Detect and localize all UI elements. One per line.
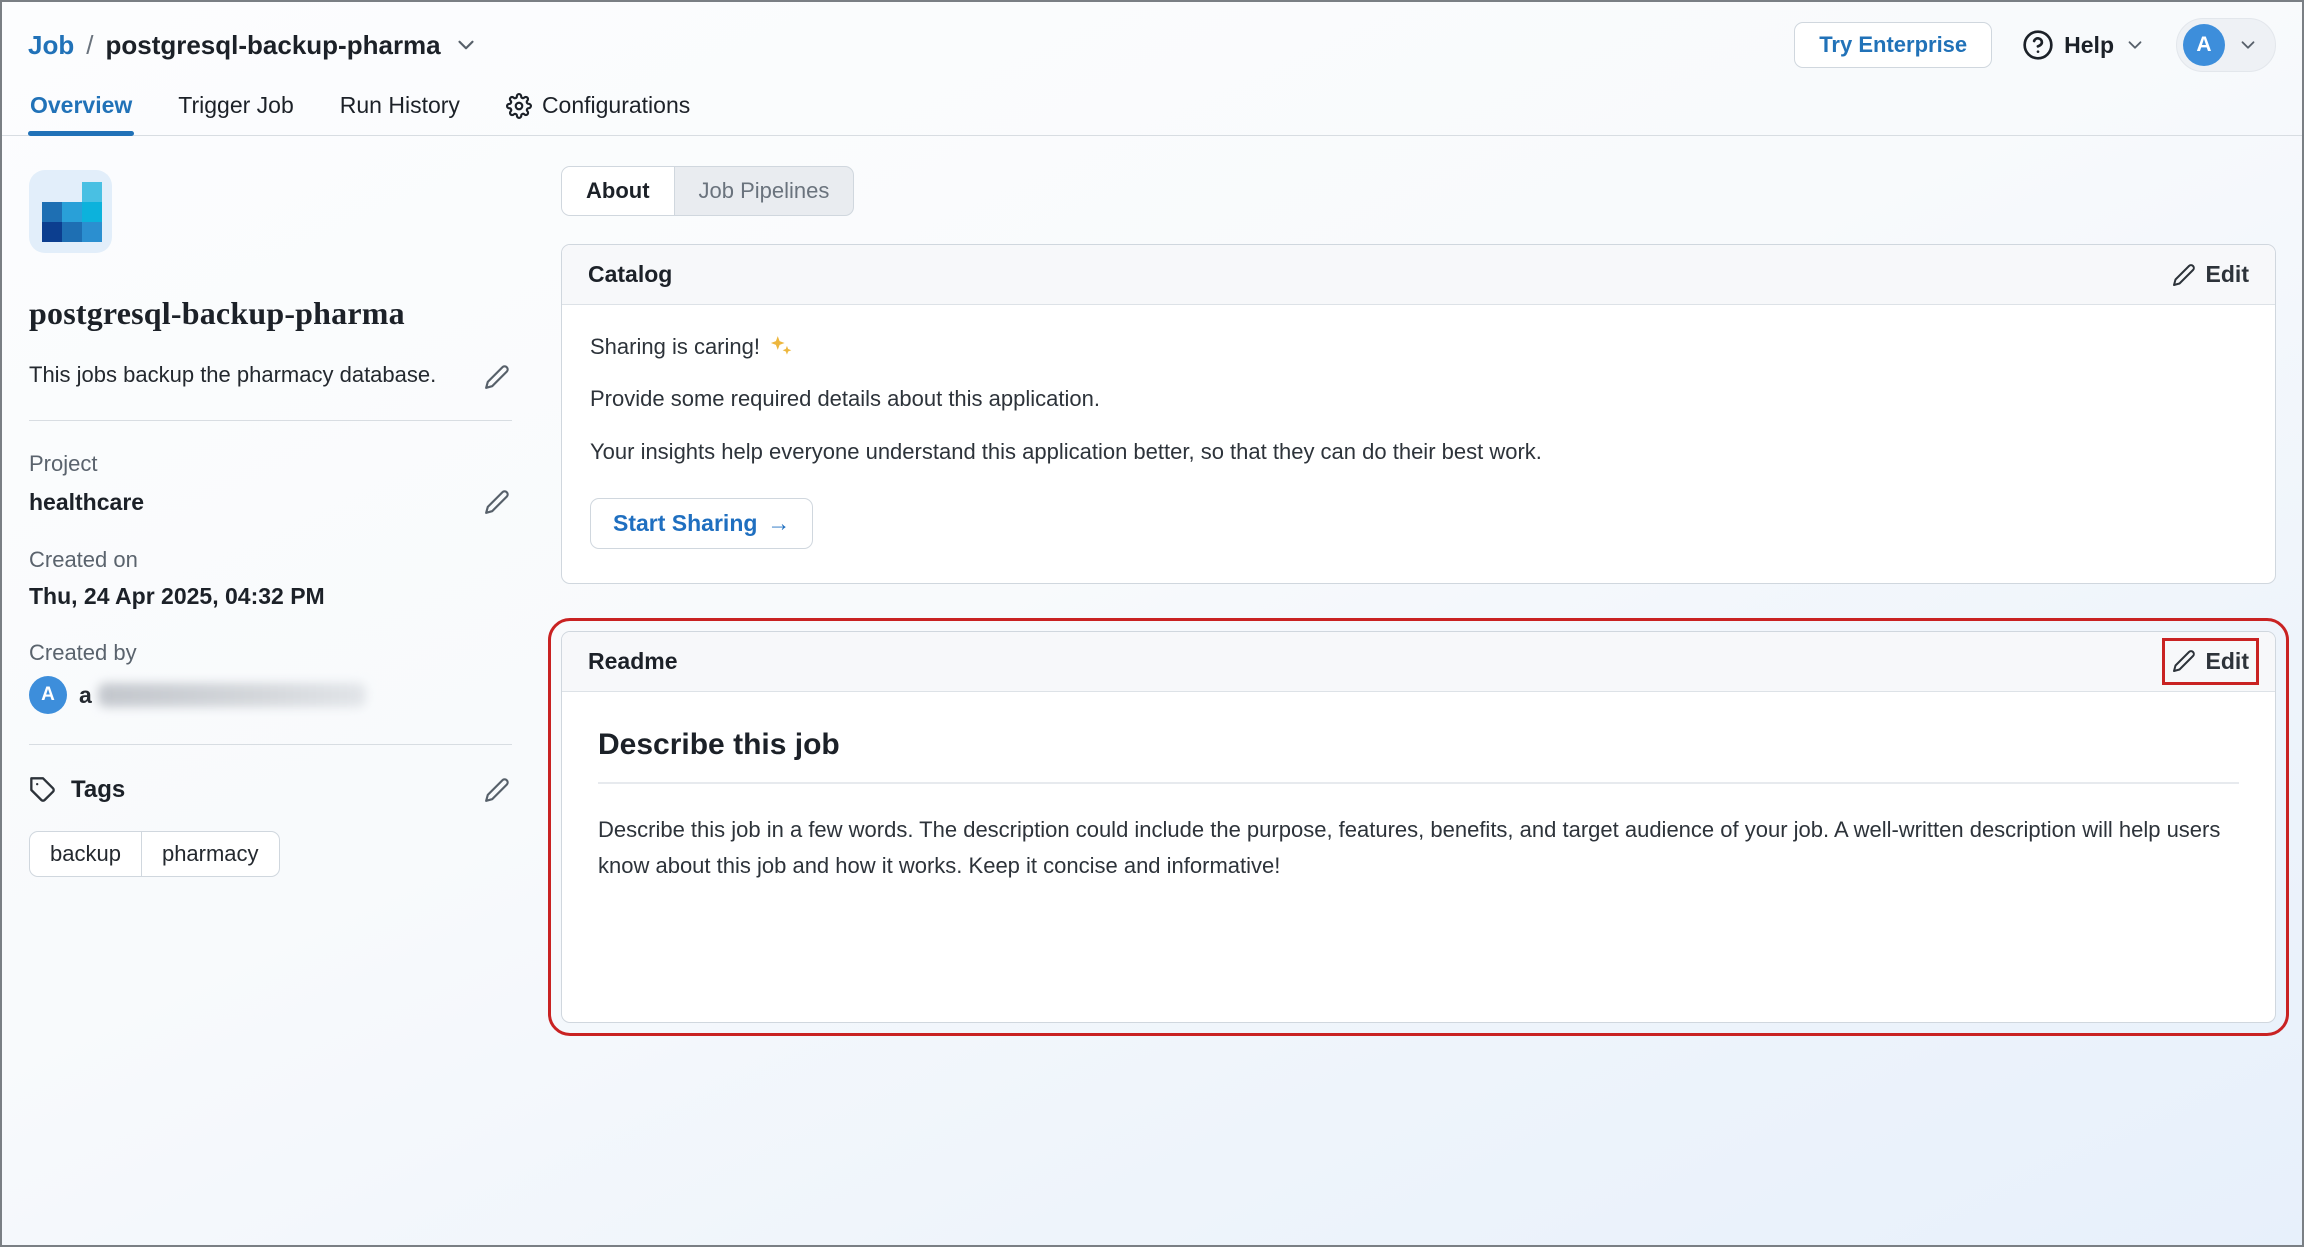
job-title: postgresql-backup-pharma [29,295,512,332]
start-sharing-label: Start Sharing [613,510,757,537]
job-description: This jobs backup the pharmacy database. [29,362,436,388]
readme-card: Readme Edit Describe this job [561,631,2276,1023]
catalog-intro-text: Sharing is caring! [590,329,760,365]
tab-run-history-label: Run History [340,92,460,119]
tab-run-history[interactable]: Run History [338,82,462,135]
sparkles-icon [768,334,794,360]
page-layout: postgresql-backup-pharma This jobs backu… [2,136,2302,1245]
pencil-icon [2172,649,2196,673]
gear-icon [506,93,532,119]
tag-chip[interactable]: pharmacy [141,832,279,876]
catalog-body: Sharing is caring! Provide some required… [562,305,2275,583]
toggle-about[interactable]: About [562,167,675,215]
chevron-down-icon[interactable] [453,32,479,58]
about-pipelines-toggle: About Job Pipelines [561,166,854,216]
app-window: Job / postgresql-backup-pharma Try Enter… [0,0,2304,1247]
created-by-avatar: A [29,676,67,714]
readme-edit-label: Edit [2206,648,2249,675]
sidebar-divider [29,744,512,745]
tags-section-header: Tags [29,775,512,805]
chevron-down-icon [2124,34,2146,56]
page-title: postgresql-backup-pharma [105,30,440,61]
arrow-right-icon: → [767,510,790,537]
catalog-title: Catalog [588,261,672,288]
job-description-row: This jobs backup the pharmacy database. [29,362,512,392]
help-menu[interactable]: Help [2022,29,2146,61]
user-menu[interactable]: A [2176,18,2276,72]
tab-configurations[interactable]: Configurations [504,82,692,135]
created-on-value: Thu, 24 Apr 2025, 04:32 PM [29,583,512,610]
readme-title: Readme [588,648,677,675]
tag-list: backup pharmacy [29,831,280,877]
avatar: A [2183,24,2225,66]
created-by-redacted-text [98,683,366,707]
readme-body: Describe this job Describe this job in a… [562,692,2275,1022]
tab-trigger-job[interactable]: Trigger Job [176,82,295,135]
tab-overview[interactable]: Overview [28,82,134,135]
created-on-section: Created on Thu, 24 Apr 2025, 04:32 PM [29,547,512,610]
tag-icon [29,776,57,804]
readme-edit-button[interactable]: Edit [2172,648,2249,675]
main-content: About Job Pipelines Catalog Edit Sh [539,136,2302,1083]
tab-configurations-label: Configurations [542,92,690,119]
readme-card-header: Readme Edit [562,632,2275,692]
toggle-job-pipelines[interactable]: Job Pipelines [675,167,854,215]
tag-chip[interactable]: backup [30,832,141,876]
start-sharing-button[interactable]: Start Sharing → [590,498,813,549]
sidebar-divider [29,420,512,421]
breadcrumb-job-link[interactable]: Job [28,30,74,61]
tab-overview-label: Overview [30,92,132,119]
catalog-card: Catalog Edit Sharing is caring! [561,244,2276,584]
catalog-card-header: Catalog Edit [562,245,2275,305]
topbar-actions: Try Enterprise Help A [1794,18,2276,72]
edit-description-pencil-icon[interactable] [482,362,512,392]
readme-annotation-rect: Readme Edit Describe this job [561,631,2276,1023]
catalog-edit-label: Edit [2206,261,2249,288]
created-by-section: Created by A a [29,640,512,714]
created-on-label: Created on [29,547,512,573]
job-nav-tabs: Overview Trigger Job Run History Configu… [2,78,2302,136]
created-by-value: a [79,682,92,709]
job-logo-icon [29,170,112,253]
topbar: Job / postgresql-backup-pharma Try Enter… [2,2,2302,78]
project-section: Project healthcare [29,451,512,517]
tab-trigger-job-label: Trigger Job [178,92,293,119]
readme-heading-divider [598,782,2239,784]
job-sidebar: postgresql-backup-pharma This jobs backu… [2,136,539,877]
edit-tags-pencil-icon[interactable] [482,775,512,805]
pencil-icon [2172,263,2196,287]
help-label: Help [2064,32,2114,59]
readme-paragraph: Describe this job in a few words. The de… [598,812,2238,885]
chevron-down-icon [2237,34,2259,56]
breadcrumb: Job / postgresql-backup-pharma [28,30,479,61]
readme-edit-annotation-rect: Edit [2172,648,2249,675]
catalog-edit-button[interactable]: Edit [2172,261,2249,288]
catalog-line2: Provide some required details about this… [590,381,2247,417]
edit-project-pencil-icon[interactable] [482,487,512,517]
help-circle-icon [2022,29,2054,61]
catalog-line3: Your insights help everyone understand t… [590,434,2247,470]
project-label: Project [29,451,512,477]
created-by-label: Created by [29,640,512,666]
breadcrumb-separator: / [86,30,93,61]
project-value: healthcare [29,489,144,516]
tags-label: Tags [71,776,468,804]
readme-heading: Describe this job [598,728,2239,762]
try-enterprise-button[interactable]: Try Enterprise [1794,22,1992,68]
